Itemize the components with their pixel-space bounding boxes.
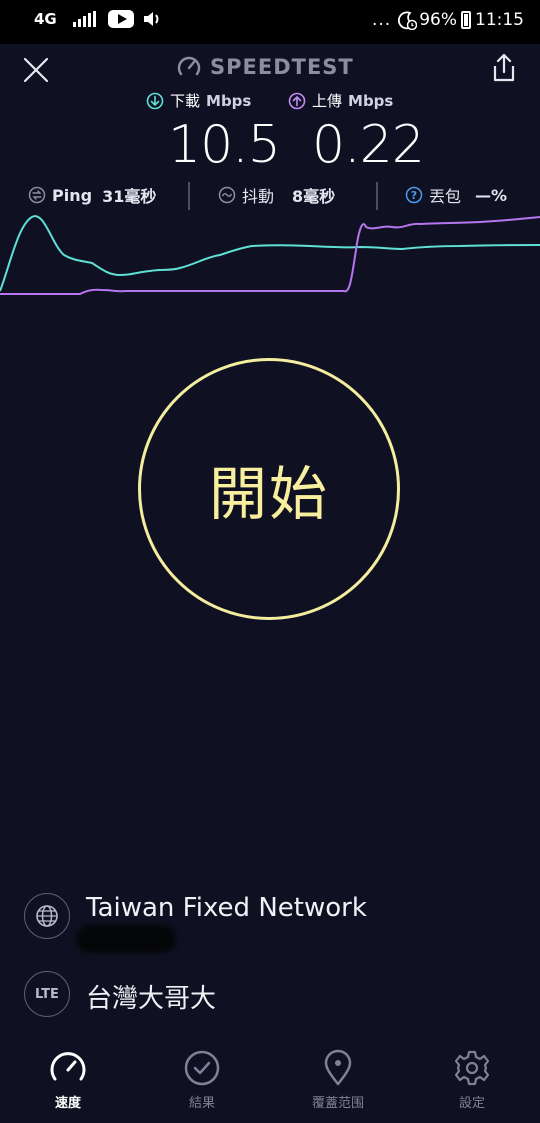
globe-glyph — [36, 905, 58, 927]
ping-value: 31毫秒 — [102, 187, 157, 206]
carrier-info[interactable]: LTE 台灣大哥大 — [24, 971, 524, 1021]
download-value: 10.5 — [168, 115, 281, 175]
status-bar-right: ... 96% 11:15 — [372, 10, 524, 30]
ping-label: Ping — [52, 185, 93, 205]
packet-loss-value: —% — [475, 185, 508, 205]
start-button[interactable]: 開始 — [138, 358, 400, 620]
speedtest-logo: SPEEDTEST — [176, 54, 354, 80]
nav-item-coverage[interactable]: 覆蓋范围 — [288, 1048, 388, 1111]
speedtest-screen: 4G ... 96% 11:15 SPEEDTEST 下載 Mbps 10.5 … — [0, 0, 540, 1123]
speed-graph — [0, 215, 540, 295]
start-label: 開始 — [208, 460, 329, 528]
nav-item-speed[interactable]: 速度 — [18, 1048, 118, 1111]
nav-label-results: 結果 — [188, 1096, 215, 1111]
bottom-nav: 速度 結果 覆蓋范围 設定 — [0, 1040, 540, 1123]
download-unit: Mbps — [206, 91, 252, 110]
download-label: 下載 — [170, 92, 201, 110]
lte-badge: LTE — [35, 986, 59, 1002]
download-graph-line — [0, 215, 540, 292]
upload-label-row: 上傳 Mbps — [288, 90, 424, 111]
nav-item-results[interactable]: 結果 — [152, 1048, 252, 1111]
brand-name: SPEEDTEST — [210, 55, 354, 79]
gauge-icon — [177, 56, 201, 76]
ping-icon — [28, 186, 46, 204]
download-metric: 下載 Mbps 10.5 — [146, 90, 281, 175]
battery-percent: 96% — [419, 10, 457, 30]
upload-label: 上傳 — [312, 92, 343, 110]
battery-icon — [461, 11, 471, 29]
close-icon[interactable] — [22, 56, 50, 84]
gear-icon — [454, 1050, 490, 1086]
speedometer-icon — [50, 1052, 86, 1081]
svg-text:?: ? — [411, 189, 417, 202]
clock: 11:15 — [475, 10, 524, 30]
isp-info[interactable]: Taiwan Fixed Network — [24, 893, 524, 953]
signal-icon — [72, 11, 96, 27]
redacted-ip — [76, 925, 176, 953]
youtube-icon — [107, 10, 134, 28]
upload-value: 0.22 — [312, 115, 425, 175]
packet-loss-label: 丟包 — [429, 187, 462, 206]
download-arrow-icon — [146, 92, 164, 109]
isp-name: Taiwan Fixed Network — [86, 893, 367, 923]
nav-label-speed: 速度 — [54, 1096, 81, 1111]
download-label-row: 下載 Mbps — [146, 90, 280, 111]
network-type-indicator: 4G — [34, 10, 57, 28]
status-bar-left: 4G — [34, 10, 162, 28]
nav-label-coverage: 覆蓋范围 — [311, 1096, 364, 1111]
upload-graph-line — [0, 216, 540, 295]
globe-icon — [24, 893, 70, 939]
lte-icon: LTE — [24, 971, 70, 1017]
jitter-icon — [218, 186, 236, 204]
more-notifications: ... — [371, 10, 392, 30]
check-circle-icon — [184, 1050, 220, 1086]
moon-icon — [398, 11, 418, 30]
upload-metric: 上傳 Mbps 0.22 — [288, 90, 425, 175]
jitter-value: 8毫秒 — [292, 187, 336, 206]
nav-label-settings: 設定 — [458, 1096, 485, 1111]
carrier-name: 台灣大哥大 — [86, 984, 217, 1014]
share-icon[interactable] — [490, 52, 518, 84]
jitter-label: 抖動 — [242, 187, 275, 206]
status-bar: 4G ... 96% 11:15 — [0, 0, 540, 44]
map-pin-icon — [324, 1049, 352, 1086]
upload-unit: Mbps — [348, 91, 394, 110]
upload-arrow-icon — [288, 92, 306, 109]
nav-item-settings[interactable]: 設定 — [422, 1048, 522, 1111]
help-icon[interactable]: ? — [405, 186, 423, 204]
jitter-stat: 抖動 8毫秒 — [218, 183, 335, 207]
app-header: SPEEDTEST — [0, 44, 540, 92]
packet-loss-stat[interactable]: ? 丟包 —% — [405, 183, 507, 207]
ping-stat: Ping 31毫秒 — [28, 183, 156, 207]
volume-icon — [143, 12, 159, 26]
